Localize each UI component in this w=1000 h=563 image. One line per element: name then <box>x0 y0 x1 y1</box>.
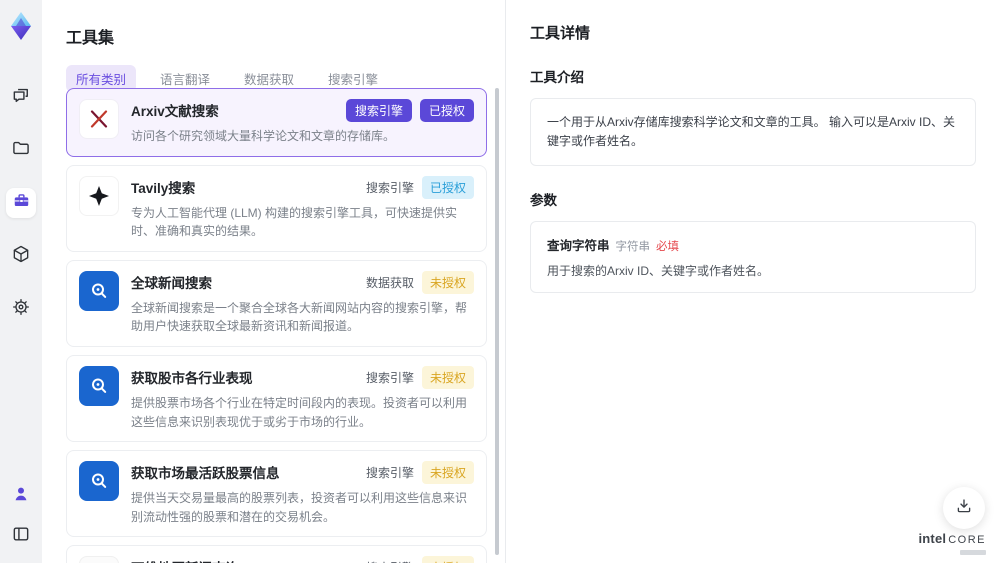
tool-card[interactable]: Arxiv文献搜索 搜索引擎 已授权 访问各个研究领域大量科学论文和文章的存储库… <box>66 88 487 157</box>
sidebar-item-settings[interactable] <box>6 294 36 324</box>
tool-category-tag: 搜索引擎 <box>365 370 414 385</box>
settings-gear-icon <box>11 297 31 322</box>
tool-description: 访问各个研究领域大量科学论文和文章的存储库。 <box>131 129 396 143</box>
user-avatar[interactable] <box>6 481 36 511</box>
intel-core-sub-badge <box>960 550 986 555</box>
tool-icon <box>79 99 119 139</box>
toolbox-icon <box>12 191 31 215</box>
sidebar-item-tools[interactable] <box>6 188 36 218</box>
tool-card[interactable]: 全球新闻搜索 数据获取 未授权 全球新闻搜索是一个聚合全球各大新闻网站内容的搜索… <box>66 259 487 347</box>
tool-title: 获取股市各行业表现 <box>131 370 253 386</box>
list-scrollbar[interactable] <box>495 88 499 555</box>
tool-card[interactable]: 获取股市各行业表现 搜索引擎 未授权 提供股票市场各个行业在特定时间段内的表现。… <box>66 354 487 443</box>
tool-description: 专为人工智能代理 (LLM) 构建的搜索引擎工具，可快速提供实时、准确和真实的结… <box>131 205 458 239</box>
intro-heading: 工具介绍 <box>530 70 584 85</box>
download-button[interactable] <box>943 487 985 529</box>
page-title: 工具集 <box>66 30 115 47</box>
chat-icon <box>11 85 31 110</box>
tool-card[interactable]: Tavily搜索 搜索引擎 已授权 专为人工智能代理 (LLM) 构建的搜索引擎… <box>66 164 487 252</box>
sidebar-item-packages[interactable] <box>6 241 36 271</box>
tool-title: 全球新闻搜索 <box>131 275 212 291</box>
tool-auth-badge: 已授权 <box>421 175 474 199</box>
intro-box: 一个用于从Arxiv存储库搜索科学论文和文章的工具。 输入可以是Arxiv ID… <box>530 98 976 167</box>
tool-icon <box>79 556 119 563</box>
tool-description: 全球新闻搜索是一个聚合全球各大新闻网站内容的搜索引擎，帮助用户快速获取全球最新资… <box>131 300 468 334</box>
user-avatar-icon <box>11 484 31 509</box>
tool-description: 提供当天交易量最高的股票列表，投资者可以利用这些信息来识别流动性强的股票和潜在的… <box>131 491 468 524</box>
param-type: 字符串 <box>615 241 651 254</box>
intel-core-logo: intel core <box>918 531 986 555</box>
tool-title: Arxiv文献搜索 <box>131 104 219 119</box>
tool-category-tag: 数据获取 <box>365 275 414 290</box>
param-name: 查询字符串 <box>547 239 610 254</box>
tool-icon <box>79 461 119 502</box>
tool-card[interactable]: 获取市场最活跃股票信息 搜索引擎 未授权 提供当天交易量最高的股票列表，投资者可… <box>66 450 487 538</box>
tool-auth-badge: 未授权 <box>421 365 474 389</box>
tool-category-tag: 搜索引擎 <box>365 180 414 195</box>
params-heading: 参数 <box>530 193 557 209</box>
folder-icon <box>11 138 31 163</box>
tool-icon <box>79 365 119 406</box>
tool-title: 获取市场最活跃股票信息 <box>131 466 280 482</box>
tools-panel: 工具集 所有类别 语言翻译 数据获取 搜索引擎 Arxiv文献搜索 搜索引擎 已… <box>42 0 505 563</box>
sidebar <box>0 0 42 563</box>
tool-icon <box>79 270 119 311</box>
package-icon <box>11 244 31 269</box>
param-description: 用于搜索的Arxiv ID、关键字或作者姓名。 <box>547 264 770 279</box>
tool-category-tag: 搜索引擎 <box>366 559 414 563</box>
download-icon <box>955 497 973 520</box>
sidebar-item-chat[interactable] <box>6 82 36 112</box>
tool-title: Tavily搜索 <box>131 180 196 196</box>
tool-description: 提供股票市场各个行业在特定时间段内的表现。投资者可以利用这些信息来识别表现优于或… <box>131 395 468 429</box>
details-title: 工具详情 <box>530 25 591 42</box>
tool-auth-badge: 已授权 <box>419 99 474 122</box>
tool-category-tag: 搜索引擎 <box>345 99 412 122</box>
param-box: 查询字符串 字符串 必填 用于搜索的Arxiv ID、关键字或作者姓名。 <box>530 221 976 294</box>
details-panel: 工具详情 工具介绍 一个用于从Arxiv存储库搜索科学论文和文章的工具。 输入可… <box>505 0 1000 563</box>
tool-list: Arxiv文献搜索 搜索引擎 已授权 访问各个研究领域大量科学论文和文章的存储库… <box>66 88 487 563</box>
tool-icon <box>79 175 119 216</box>
collapse-sidebar-button[interactable] <box>6 521 36 551</box>
collapse-panel-icon <box>11 524 31 549</box>
param-required-badge: 必填 <box>656 241 680 254</box>
tool-auth-badge: 未授权 <box>421 556 474 563</box>
tool-auth-badge: 未授权 <box>421 270 474 294</box>
intro-text: 一个用于从Arxiv存储库搜索科学论文和文章的工具。 输入可以是Arxiv ID… <box>547 115 956 149</box>
tool-title: 万维地区新闻查询 <box>131 556 239 563</box>
sidebar-item-files[interactable] <box>6 135 36 165</box>
tool-auth-badge: 未授权 <box>421 461 474 485</box>
tool-card[interactable]: 万维地区新闻查询 搜索引擎 未授权 查询具体行政区划内的新闻，快速了解各地新闻动… <box>66 545 487 563</box>
app-logo-gem-icon <box>7 10 35 42</box>
tool-category-tag: 搜索引擎 <box>365 466 414 481</box>
